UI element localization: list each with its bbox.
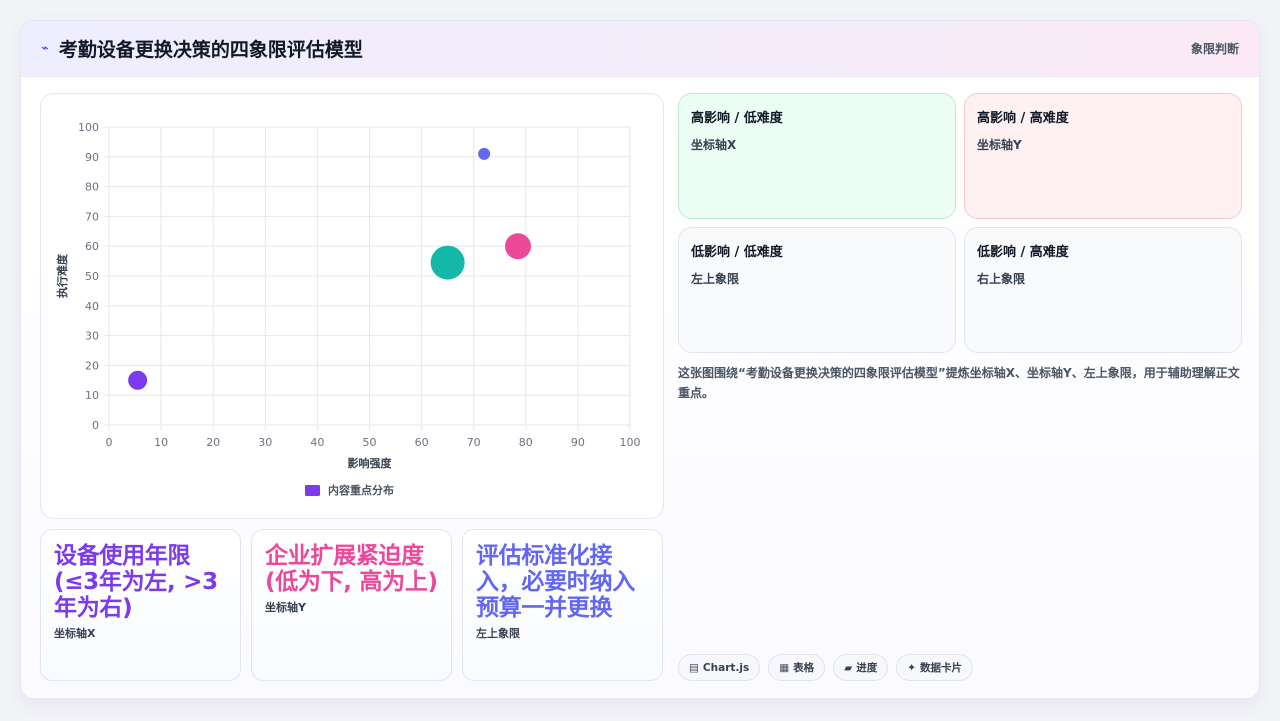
chart-card: 0 10 20 30 40 50 60 70 80 90 100 0 10 20 30 40 50 60 70 80 9… [40, 93, 664, 519]
y-tick-label: 10 [85, 389, 99, 402]
quadrant-title: 低影响 / 低难度 [691, 245, 783, 260]
chip-chartjs[interactable]: ▤ Chart.js [678, 654, 761, 681]
x-tick-label: 90 [571, 436, 585, 449]
stat-card-y-axis: 企业扩展紧迫度(低为下, 高为上) 坐标轴Y [251, 529, 452, 681]
quadrant-low-impact-high-difficulty: 低影响 / 高难度 右上象限 [964, 227, 1242, 353]
x-tick-label: 100 [620, 436, 641, 449]
quadrant-subtitle: 坐标轴Y [977, 138, 1022, 152]
chip-progress[interactable]: ▰ 进度 [833, 654, 889, 681]
bubble-point [430, 245, 465, 280]
x-tick-label: 30 [258, 436, 272, 449]
y-tick-label: 40 [85, 300, 99, 313]
y-tick-label: 60 [85, 240, 99, 253]
stat-card-x-axis: 设备使用年限(≤3年为左, >3年为右) 坐标轴X [40, 529, 241, 681]
chip-label: 表格 [793, 662, 815, 674]
y-tick-label: 20 [85, 359, 99, 372]
x-tick-label: 70 [467, 436, 481, 449]
chip-data-card[interactable]: ✦ 数据卡片 [896, 654, 974, 681]
x-tick-label: 20 [206, 436, 220, 449]
stat-value: 设备使用年限(≤3年为左, >3年为右) [54, 543, 218, 621]
bubble-chart: 0 10 20 30 40 50 60 70 80 90 100 0 10 20 30 40 50 60 70 80 9… [55, 121, 641, 497]
y-tick-label: 80 [85, 181, 99, 194]
stat-value: 企业扩展紧迫度(低为下, 高为上) [265, 543, 438, 595]
chip-label: 进度 [856, 662, 878, 674]
y-axis-title: 执行难度 [55, 253, 69, 298]
legend-swatch [305, 485, 320, 496]
header-bar: ⌁ 考勤设备更换决策的四象限评估模型 象限判断 [21, 21, 1259, 77]
x-tick-label: 60 [415, 436, 429, 449]
chip-table[interactable]: ▦ 表格 [768, 654, 826, 681]
x-tick-label: 0 [106, 436, 113, 449]
chart-icon: ▤ [689, 661, 699, 674]
stat-card-top-left-quadrant: 评估标准化接入，必要时纳入预算一并更换 左上象限 [462, 529, 663, 681]
quadrant-subtitle: 坐标轴X [691, 138, 737, 152]
x-tick-label: 50 [363, 436, 377, 449]
stat-label: 坐标轴X [54, 627, 96, 640]
header-tag: 象限判断 [1190, 42, 1239, 56]
quadrant-high-impact-high-difficulty: 高影响 / 高难度 坐标轴Y [964, 93, 1242, 219]
x-axis-title: 影响强度 [348, 456, 393, 470]
quadrant-title: 低影响 / 高难度 [977, 245, 1069, 260]
y-tick-label: 50 [85, 270, 99, 283]
progress-icon: ▰ [844, 661, 853, 674]
legend-label: 内容重点分布 [328, 483, 394, 497]
x-tick-label: 40 [310, 436, 324, 449]
quadrant-high-impact-low-difficulty: 高影响 / 低难度 坐标轴X [678, 93, 956, 219]
quadrant-subtitle: 右上象限 [977, 272, 1026, 286]
y-tick-label: 90 [85, 151, 99, 164]
bubble-point [128, 370, 148, 390]
y-tick-label: 70 [85, 210, 99, 223]
y-tick-label: 30 [85, 330, 99, 343]
page-title: 考勤设备更换决策的四象限评估模型 [58, 39, 363, 61]
table-icon: ▦ [779, 661, 790, 674]
feature-chips: ▤ Chart.js ▦ 表格 ▰ 进度 ✦ 数据卡片 [678, 654, 974, 681]
quadrant-low-impact-low-difficulty: 低影响 / 低难度 左上象限 [678, 227, 956, 353]
sparkle-icon: ✦ [907, 661, 917, 674]
bolt-icon: ⌁ [41, 41, 49, 56]
stat-label: 左上象限 [476, 627, 520, 640]
bubble-point [478, 147, 491, 160]
chip-label: 数据卡片 [920, 662, 963, 674]
bubble-point [504, 233, 531, 260]
y-tick-label: 100 [78, 121, 99, 134]
stat-label: 坐标轴Y [265, 601, 306, 614]
stat-value: 评估标准化接入，必要时纳入预算一并更换 [476, 543, 635, 621]
quadrant-title: 高影响 / 高难度 [977, 111, 1069, 126]
x-tick-label: 80 [519, 436, 533, 449]
title-wrap: ⌁ 考勤设备更换决策的四象限评估模型 [41, 35, 363, 62]
chip-label: Chart.js [702, 661, 750, 674]
y-tick-label: 0 [92, 419, 99, 432]
page-card: ⌁ 考勤设备更换决策的四象限评估模型 象限判断 0 10 20 30 40 50 60 70 8… [20, 20, 1260, 699]
quadrant-subtitle: 左上象限 [691, 272, 740, 286]
x-tick-label: 10 [154, 436, 168, 449]
chart-description: 这张图围绕“考勤设备更换决策的四象限评估模型”提炼坐标轴X、坐标轴Y、左上象限，… [678, 366, 1240, 400]
quadrant-title: 高影响 / 低难度 [691, 111, 783, 126]
